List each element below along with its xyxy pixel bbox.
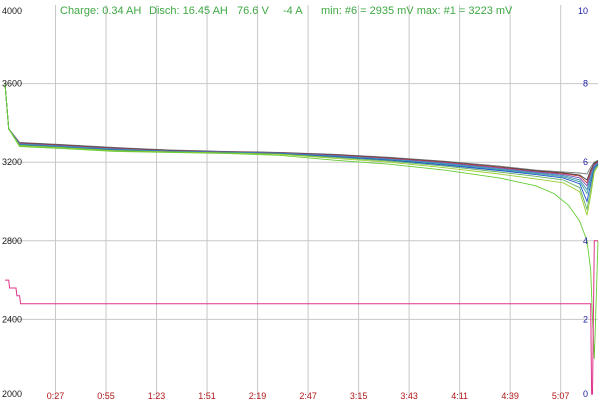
cell-voltage-line-5: [4, 83, 599, 191]
current-line: [5, 240, 598, 395]
x-tick-label: 2:47: [299, 391, 317, 401]
x-tick-label: 2:19: [249, 391, 267, 401]
y-left-tick-label: 3600: [2, 79, 22, 89]
voltage-readout: 76.6 V: [237, 5, 269, 17]
header-readout: Charge: 0.34 AH Disch: 16.45 AH 76.6 V -…: [60, 5, 513, 17]
x-tick-label: 3:43: [400, 391, 418, 401]
y-left-tick-label: 3200: [2, 157, 22, 167]
cell-voltage-line-1: [4, 83, 599, 175]
grid: [5, 5, 598, 398]
min-max-readout: min: #6 = 2935 mV max: #1 = 3223 mV: [321, 5, 513, 17]
voltage-chart: 0:27 0:55 1:23 1:51 2:19 2:47 3:15 3:43 4:11 4:39…: [2, 5, 599, 401]
chart-root: 0:27 0:55 1:23 1:51 2:19 2:47 3:15 3:43 4:11 4:39…: [0, 0, 600, 401]
x-tick-label: 0:55: [97, 391, 115, 401]
y-right-tick-label: 8: [583, 79, 588, 89]
discharge-readout: Disch: 16.45 AH: [149, 5, 228, 17]
y-left-tick-label: 2400: [2, 314, 22, 324]
y-left-tick-label: 2000: [2, 389, 22, 399]
charge-readout: Charge: 0.34 AH: [60, 5, 141, 17]
current-line-path: [5, 240, 598, 395]
x-tick-label: 3:15: [350, 391, 368, 401]
x-tick-label: 4:11: [451, 391, 468, 401]
y-right-tick-label: 2: [583, 314, 588, 324]
y-right-tick-label: 10: [578, 6, 588, 16]
y-right-tick-label: 4: [583, 236, 588, 246]
cell-voltage-line-2: [4, 83, 599, 181]
y-right-tick-label: 6: [583, 157, 588, 167]
y-right-tick-label: 0: [583, 389, 588, 399]
y-left-tick-label: 2800: [2, 236, 22, 246]
axis-labels: 0:27 0:55 1:23 1:51 2:19 2:47 3:15 3:43 4:11 4:39…: [2, 6, 588, 401]
y-left-tick-label: 4000: [2, 6, 22, 16]
x-tick-label: 1:51: [198, 391, 216, 401]
cell-voltage-line-9: [4, 83, 599, 216]
x-tick-label: 0:27: [47, 391, 65, 401]
x-tick-label: 1:23: [148, 391, 166, 401]
x-tick-label: 5:07: [552, 391, 570, 401]
cell-voltage-line-6: [4, 83, 599, 195]
series-lines: [4, 83, 599, 359]
cell-voltage-line-7: [4, 83, 599, 204]
x-tick-label: 4:39: [501, 391, 519, 401]
current-readout: -4 A: [283, 5, 303, 17]
cell-voltage-line-10: [4, 83, 599, 359]
